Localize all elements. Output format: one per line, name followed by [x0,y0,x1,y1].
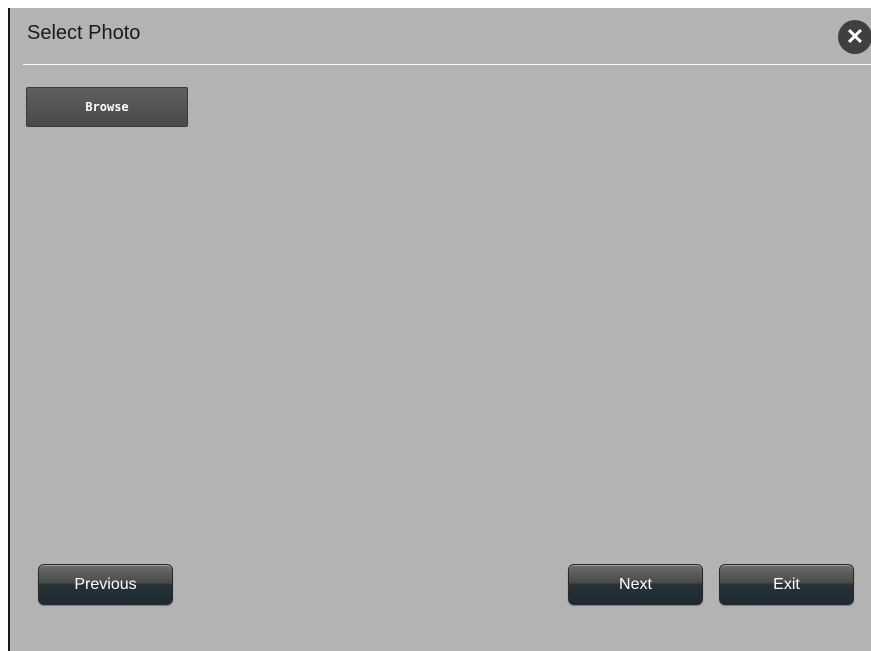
title-divider [23,64,871,65]
close-button[interactable]: ✕ [838,20,871,54]
dialog-title: Select Photo [27,22,141,44]
browse-button[interactable]: Browse [26,87,188,127]
next-button[interactable]: Next [568,564,703,605]
close-icon: ✕ [845,24,865,49]
previous-button[interactable]: Previous [38,564,173,605]
exit-button[interactable]: Exit [719,564,854,605]
select-photo-dialog: Select Photo ✕ Browse Previous Next Exit [8,8,871,651]
